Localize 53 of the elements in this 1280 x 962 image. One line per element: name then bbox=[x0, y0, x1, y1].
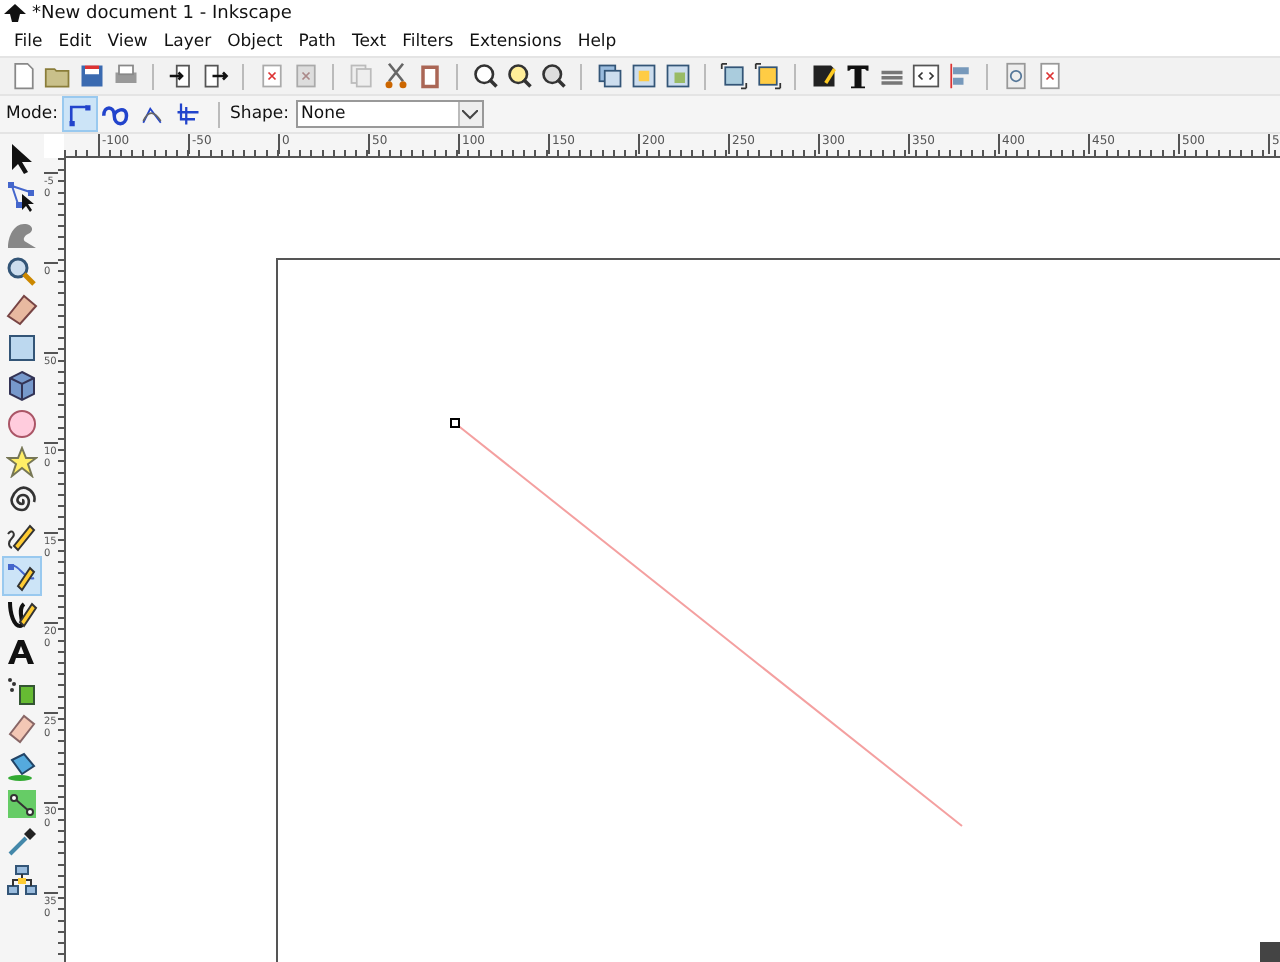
text-tool-icon[interactable] bbox=[4, 634, 40, 670]
xml-editor-icon[interactable] bbox=[911, 62, 939, 90]
menu-item[interactable]: View bbox=[99, 32, 156, 52]
text-font-icon[interactable] bbox=[843, 62, 871, 90]
mode-label: Mode: bbox=[6, 104, 59, 124]
menu-item[interactable]: Edit bbox=[50, 32, 100, 52]
import-icon[interactable] bbox=[167, 62, 195, 90]
paraxial-mode-icon[interactable] bbox=[172, 98, 205, 130]
rectangle-icon[interactable] bbox=[4, 330, 40, 366]
pencil-icon[interactable] bbox=[4, 520, 40, 556]
star-icon[interactable] bbox=[4, 444, 40, 480]
group-icon[interactable] bbox=[719, 62, 747, 90]
save-icon[interactable] bbox=[77, 62, 105, 90]
cube-icon[interactable] bbox=[4, 368, 40, 404]
menu-item[interactable]: Path bbox=[290, 32, 344, 52]
menu-item[interactable]: Extensions bbox=[461, 32, 570, 52]
zoom-drawing-icon[interactable] bbox=[505, 62, 533, 90]
window-title: *New document 1 - Inkscape bbox=[32, 4, 292, 24]
menu-item[interactable]: Help bbox=[569, 32, 625, 52]
gradient-icon[interactable] bbox=[4, 786, 40, 822]
zoom-page-icon[interactable] bbox=[539, 62, 567, 90]
spray-can-icon[interactable] bbox=[4, 672, 40, 708]
magnifier-icon[interactable] bbox=[4, 254, 40, 290]
paint-bucket-icon[interactable] bbox=[4, 748, 40, 784]
pen-icon[interactable] bbox=[4, 558, 40, 594]
new-document-icon[interactable] bbox=[9, 62, 37, 90]
eraser-icon[interactable] bbox=[4, 710, 40, 746]
bezier-mode-icon[interactable] bbox=[64, 98, 97, 130]
zoom-selection-icon[interactable] bbox=[471, 62, 499, 90]
node-handle[interactable] bbox=[450, 418, 460, 428]
circle-icon[interactable] bbox=[4, 406, 40, 442]
connector-diagram-icon[interactable] bbox=[4, 862, 40, 898]
align-icon[interactable] bbox=[945, 62, 973, 90]
paste-icon[interactable] bbox=[415, 62, 443, 90]
scrollbar-corner bbox=[1260, 942, 1280, 962]
export-icon[interactable] bbox=[201, 62, 229, 90]
ruler-icon[interactable] bbox=[4, 292, 40, 328]
ungroup-icon[interactable] bbox=[753, 62, 781, 90]
duplicate-icon[interactable] bbox=[595, 62, 623, 90]
menu-item[interactable]: File bbox=[6, 32, 51, 52]
eyedropper-icon[interactable] bbox=[4, 824, 40, 860]
cut-icon[interactable] bbox=[381, 62, 409, 90]
app-logo-icon bbox=[4, 4, 26, 24]
open-folder-icon[interactable] bbox=[43, 62, 71, 90]
shape-dropdown[interactable]: None bbox=[295, 100, 484, 128]
fill-stroke-icon[interactable] bbox=[809, 62, 837, 90]
menu-item[interactable]: Layer bbox=[155, 32, 220, 52]
node-editor-icon[interactable] bbox=[4, 178, 40, 214]
menu-item[interactable]: Object bbox=[219, 32, 291, 52]
shape-label: Shape: bbox=[230, 104, 290, 124]
calligraphy-pen-icon[interactable] bbox=[4, 596, 40, 632]
menu-item[interactable]: Text bbox=[343, 32, 395, 52]
menu-item[interactable]: Filters bbox=[394, 32, 462, 52]
